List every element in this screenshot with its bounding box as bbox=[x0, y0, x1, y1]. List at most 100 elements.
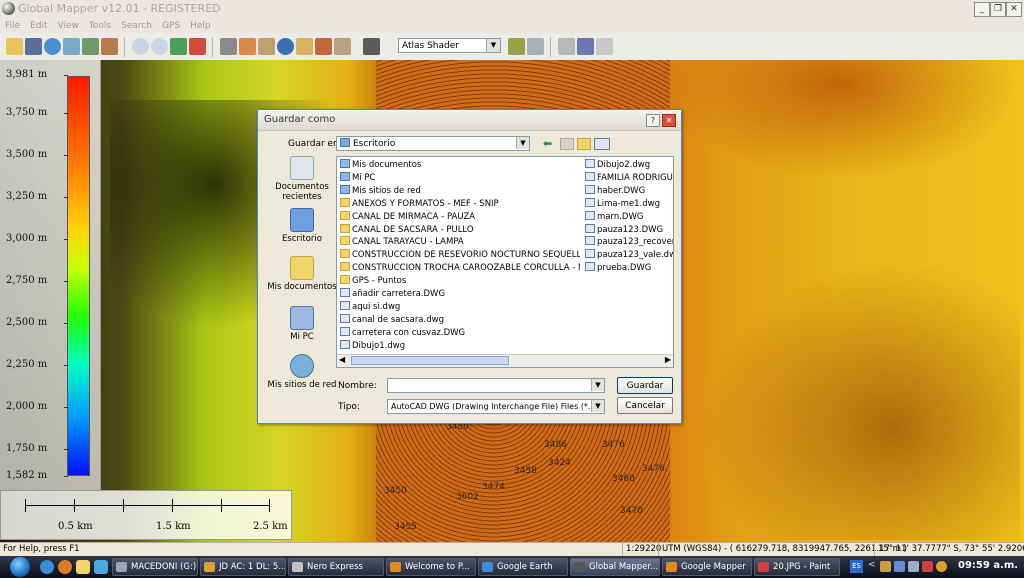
shader-config-icon[interactable] bbox=[527, 38, 544, 55]
file-item[interactable]: carretera con cusvaz.DWG bbox=[340, 326, 580, 340]
ie-icon[interactable] bbox=[40, 560, 54, 574]
minimize-button[interactable]: _ bbox=[974, 2, 990, 17]
shader-select[interactable]: Atlas Shader ▼ bbox=[398, 38, 501, 53]
file-item[interactable]: Mis sitios de red bbox=[340, 184, 580, 198]
taskbar-button[interactable]: Nero Express bbox=[288, 558, 384, 576]
file-item[interactable]: ANEXOS Y FORMATOS - MEF - SNIP bbox=[340, 197, 580, 211]
taskbar-button[interactable]: Google Mapper bbox=[662, 558, 752, 576]
back-arrow-icon[interactable]: ⬅ bbox=[543, 137, 552, 150]
taskbar-button[interactable]: 20.JPG - Paint bbox=[754, 558, 840, 576]
scroll-left-icon[interactable]: ◀ bbox=[339, 355, 345, 364]
info-icon[interactable] bbox=[277, 38, 294, 55]
pointer-icon[interactable] bbox=[220, 38, 237, 55]
file-item[interactable]: añadir carretera.DWG bbox=[340, 288, 580, 301]
folder-icon[interactable] bbox=[76, 560, 90, 574]
show-desktop-icon[interactable] bbox=[94, 560, 108, 574]
zoom-in-icon[interactable] bbox=[132, 38, 149, 55]
pan-icon[interactable] bbox=[239, 38, 256, 55]
menu-tools[interactable]: Tools bbox=[84, 19, 116, 34]
file-item[interactable]: marn.DWG bbox=[585, 210, 673, 224]
gps-track-icon[interactable] bbox=[596, 38, 613, 55]
taskbar-button[interactable]: JD AC: 1 DL: 5... bbox=[200, 558, 286, 576]
file-item[interactable]: haber.DWG bbox=[585, 184, 673, 198]
view-shed-icon[interactable] bbox=[315, 38, 332, 55]
file-item[interactable]: CANAL DE MIRMACA - PAUZA bbox=[340, 210, 580, 224]
file-item[interactable]: Dibujo2.dwg bbox=[585, 159, 673, 172]
place-my-documents[interactable]: Mis documentos bbox=[266, 256, 338, 292]
file-item[interactable]: CANAL TARAYACU - LAMPA bbox=[340, 236, 580, 249]
tray-expand-icon[interactable]: < bbox=[868, 560, 876, 570]
menu-file[interactable]: File bbox=[0, 19, 25, 34]
menu-edit[interactable]: Edit bbox=[25, 19, 52, 34]
file-item[interactable]: GPS - Puntos bbox=[340, 275, 580, 288]
file-item[interactable]: Dibujo1.dwg bbox=[340, 339, 580, 353]
tray-icon[interactable] bbox=[922, 561, 933, 572]
taskbar-button[interactable]: Google Earth bbox=[478, 558, 568, 576]
path-profile-icon[interactable] bbox=[296, 38, 313, 55]
file-item[interactable]: pauza123_vale.dwg bbox=[585, 249, 673, 262]
help-button[interactable]: ? bbox=[646, 114, 660, 127]
start-button-icon[interactable] bbox=[10, 557, 30, 577]
file-item[interactable]: FAMILIA RODRIGUEZ bbox=[585, 171, 673, 185]
new-folder-icon[interactable] bbox=[577, 138, 591, 150]
file-list[interactable]: Mis documentos Mi PC Mis sitios de red ANEX… bbox=[336, 156, 674, 368]
language-indicator[interactable]: ES bbox=[850, 560, 863, 573]
open-icon[interactable] bbox=[6, 38, 23, 55]
file-item[interactable]: prueba.DWG bbox=[585, 262, 673, 275]
taskbar-button[interactable]: Welcome to P... bbox=[386, 558, 476, 576]
menu-help[interactable]: Help bbox=[185, 19, 216, 34]
chevron-down-icon[interactable]: ▼ bbox=[591, 379, 604, 391]
menu-gps[interactable]: GPS bbox=[157, 19, 185, 34]
overlay-control-icon[interactable] bbox=[82, 38, 99, 55]
zoom-out-icon[interactable] bbox=[151, 38, 168, 55]
filename-input[interactable]: ▼ bbox=[387, 378, 605, 393]
chevron-down-icon[interactable]: ▼ bbox=[516, 137, 529, 149]
place-network[interactable]: Mis sitios de red bbox=[266, 354, 338, 390]
file-item[interactable]: Mi PC bbox=[340, 171, 580, 185]
globe-icon[interactable] bbox=[44, 38, 61, 55]
tray-icon[interactable] bbox=[894, 561, 905, 572]
layers-icon[interactable] bbox=[63, 38, 80, 55]
clock[interactable]: 09:59 a.m. bbox=[958, 560, 1018, 571]
file-item[interactable]: aqui si.dwg bbox=[340, 300, 580, 314]
file-item[interactable]: canal de sacsara.dwg bbox=[340, 313, 580, 327]
save-button[interactable]: Guardar bbox=[617, 377, 673, 394]
file-item[interactable]: pauza123_recover.dwg bbox=[585, 236, 673, 249]
3d-view-icon[interactable] bbox=[508, 38, 525, 55]
tray-icon[interactable] bbox=[880, 561, 891, 572]
save-icon[interactable] bbox=[25, 38, 42, 55]
place-desktop[interactable]: Escritorio bbox=[266, 208, 338, 244]
file-item[interactable]: CONSTRUCCION TROCHA CAROOZABLE CORCULLA … bbox=[340, 262, 580, 275]
tray-icon[interactable] bbox=[908, 561, 919, 572]
menu-view[interactable]: View bbox=[53, 19, 84, 34]
config-icon[interactable] bbox=[101, 38, 118, 55]
view-menu-icon[interactable] bbox=[594, 138, 610, 150]
firefox-icon[interactable] bbox=[58, 560, 72, 574]
up-folder-icon[interactable] bbox=[560, 138, 574, 150]
tray-icon[interactable] bbox=[936, 561, 947, 572]
file-item[interactable]: pauza123.DWG bbox=[585, 223, 673, 237]
binoculars-icon[interactable] bbox=[363, 38, 380, 55]
scroll-right-icon[interactable]: ▶ bbox=[665, 355, 671, 364]
scrollbar-thumb[interactable] bbox=[351, 356, 509, 365]
maximize-button[interactable]: ❐ bbox=[990, 2, 1006, 17]
measure-icon[interactable] bbox=[258, 38, 275, 55]
place-my-computer[interactable]: Mi PC bbox=[266, 306, 338, 342]
cancel-button[interactable]: Cancelar bbox=[617, 397, 673, 414]
filetype-select[interactable]: AutoCAD DWG (Drawing Interchange File) F… bbox=[387, 399, 605, 414]
horizontal-scrollbar[interactable]: ◀ ▶ bbox=[337, 354, 673, 367]
close-button[interactable]: ✕ bbox=[1006, 2, 1022, 17]
home-icon[interactable] bbox=[189, 38, 206, 55]
menu-search[interactable]: Search bbox=[116, 19, 157, 34]
file-item[interactable]: CONSTRUCCION DE RESEVORIO NOCTURNO SEQUE… bbox=[340, 249, 580, 262]
dialog-close-button[interactable]: ✕ bbox=[662, 114, 676, 127]
file-item[interactable]: Mis documentos bbox=[340, 159, 580, 172]
digitizer-icon[interactable] bbox=[334, 38, 351, 55]
file-item[interactable]: Lima-me1.dwg bbox=[585, 197, 673, 211]
zoom-box-icon[interactable] bbox=[170, 38, 187, 55]
gps-icon[interactable] bbox=[558, 38, 575, 55]
place-recent[interactable]: Documentos recientes bbox=[266, 156, 338, 202]
chevron-down-icon[interactable]: ▼ bbox=[591, 400, 604, 412]
taskbar-button[interactable]: MACEDONI (G:) bbox=[112, 558, 198, 576]
save-in-select[interactable]: Escritorio ▼ bbox=[336, 136, 530, 151]
